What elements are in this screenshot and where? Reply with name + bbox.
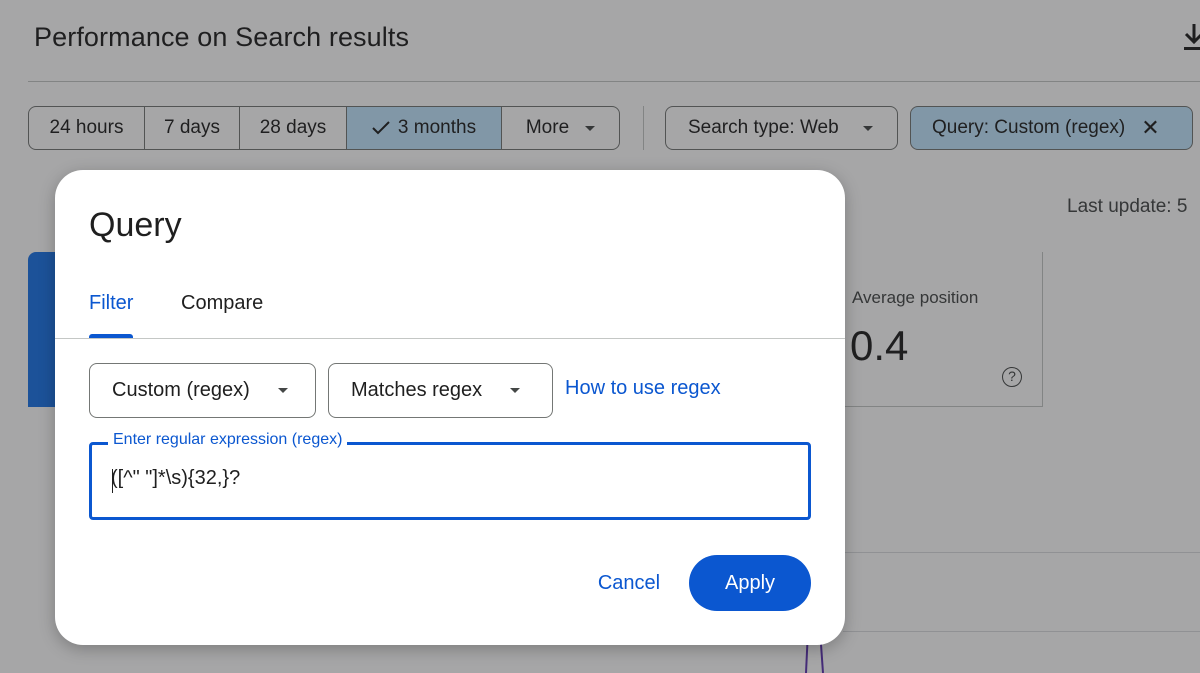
- chevron-down-icon: [277, 388, 288, 393]
- regex-help-link[interactable]: How to use regex: [565, 377, 721, 400]
- dropdown-value: Matches regex: [351, 379, 483, 401]
- regex-input-field[interactable]: Enter regular expression (regex) ([^" "]…: [89, 431, 811, 520]
- cancel-button[interactable]: Cancel: [583, 555, 675, 611]
- tabs-divider: [55, 338, 845, 339]
- dialog-title: Query: [89, 206, 182, 244]
- dialog-tabs: Filter Compare: [55, 280, 845, 340]
- regex-input[interactable]: ([^" "]*\s){32,}?: [111, 467, 240, 490]
- apply-button[interactable]: Apply: [689, 555, 811, 611]
- tab-filter[interactable]: Filter: [89, 292, 133, 315]
- operator-dropdown[interactable]: Matches regex: [328, 363, 553, 418]
- text-cursor: [112, 469, 113, 493]
- dropdown-value: Custom (regex): [112, 379, 250, 401]
- regex-input-label: Enter regular expression (regex): [108, 431, 348, 449]
- dimension-dropdown[interactable]: Custom (regex): [89, 363, 316, 418]
- tab-compare[interactable]: Compare: [181, 292, 263, 315]
- chevron-down-icon: [510, 388, 521, 393]
- query-filter-dialog: Query Filter Compare Custom (regex) Matc…: [55, 170, 845, 645]
